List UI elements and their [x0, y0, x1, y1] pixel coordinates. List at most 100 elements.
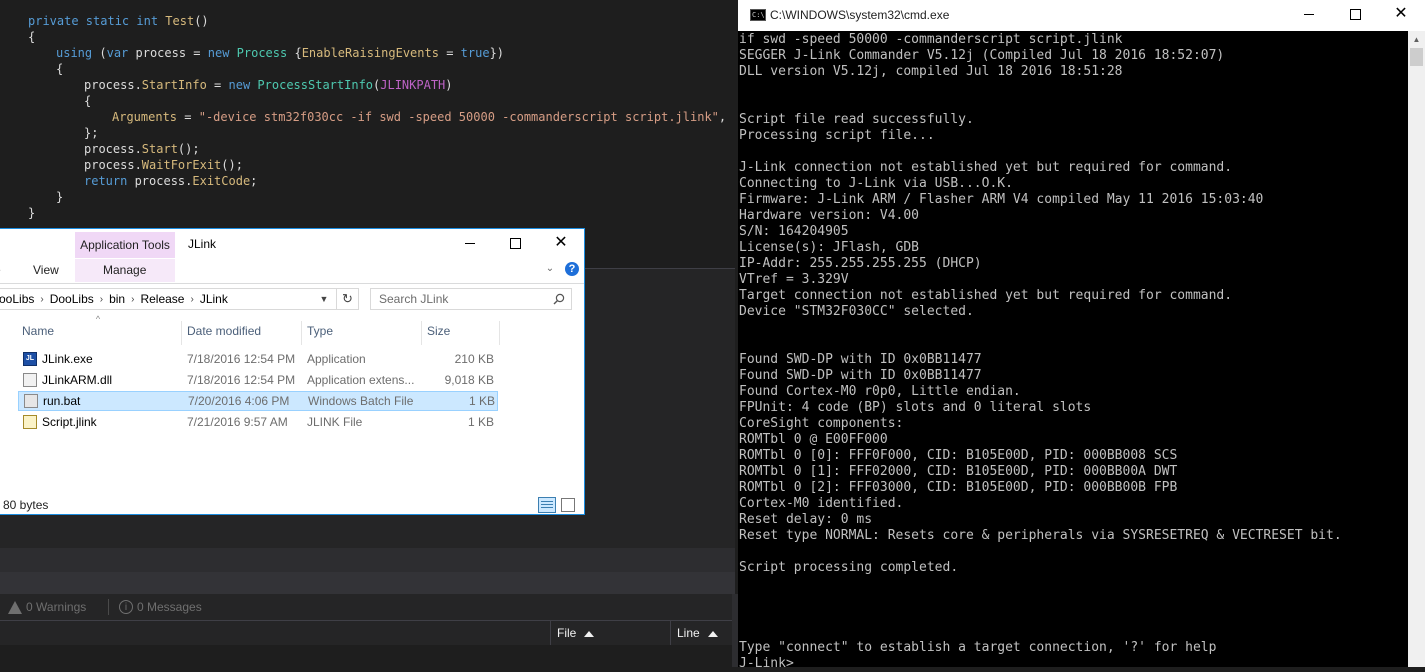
help-icon[interactable]: ? — [565, 262, 579, 276]
vertical-scrollbar[interactable]: ▲ — [1408, 31, 1425, 667]
code-line: { — [84, 94, 92, 108]
tab-view[interactable]: View — [33, 259, 59, 283]
warning-icon — [8, 600, 22, 614]
refresh-button[interactable]: ↻ — [337, 288, 359, 310]
expand-ribbon-icon[interactable]: ⌄ — [544, 263, 556, 275]
file-name: run.bat — [43, 394, 81, 408]
breadcrumb-separator-icon[interactable]: › — [131, 294, 134, 305]
breadcrumb-separator-icon[interactable]: › — [40, 294, 43, 305]
close-button[interactable]: ✕ — [1378, 0, 1424, 30]
code-line: return process.ExitCode; — [84, 174, 258, 188]
tab-share[interactable]: e — [0, 259, 1, 283]
file-row[interactable]: Script.jlink 7/21/2016 9:57 AM JLINK Fil… — [18, 412, 498, 432]
search-input[interactable]: Search JLink — [370, 288, 572, 310]
column-header-line[interactable]: Line — [670, 621, 735, 645]
maximize-button[interactable] — [1332, 0, 1378, 30]
toolbar-strip — [0, 548, 735, 572]
minimize-button[interactable] — [1286, 0, 1332, 30]
large-icons-view-button[interactable] — [561, 498, 575, 512]
code-line: { — [56, 62, 64, 76]
console-line: ROMTbl 0 @ E00FF000 — [739, 432, 888, 447]
console-line: Hardware version: V4.00 — [739, 208, 920, 223]
tab-manage[interactable]: Manage — [103, 259, 146, 283]
code-line: process.StartInfo = new ProcessStartInfo… — [84, 78, 453, 92]
address-bar[interactable]: ooLibs › DooLibs › bin › Release › JLink… — [0, 288, 337, 310]
code-line: process.WaitForExit(); — [84, 158, 243, 172]
column-header-file[interactable]: File — [550, 621, 670, 645]
explorer-titlebar[interactable]: Application Tools JLink ✕ — [0, 229, 584, 259]
scroll-thumb[interactable] — [1410, 48, 1423, 66]
console-line: DLL version V5.12j, compiled Jul 18 2016… — [739, 64, 1123, 79]
dll-icon — [23, 373, 37, 387]
column-header-date[interactable]: Date modified — [182, 321, 302, 345]
breadcrumb-item[interactable]: JLink — [200, 292, 228, 306]
breadcrumb-item[interactable]: bin — [109, 292, 125, 306]
cmd-titlebar[interactable]: C:\ C:\WINDOWS\system32\cmd.exe ✕ — [738, 0, 1425, 31]
console-line: ROMTbl 0 [2]: FFF03000, CID: B105E00D, P… — [739, 480, 1178, 495]
minimize-icon — [1304, 14, 1314, 15]
application-tools-context-tab[interactable]: Application Tools — [75, 232, 175, 258]
file-name: JLink.exe — [42, 352, 93, 366]
console-output[interactable]: if swd -speed 50000 -commanderscript scr… — [739, 32, 1407, 672]
minimize-button[interactable] — [447, 229, 493, 259]
close-button[interactable]: ✕ — [538, 229, 584, 259]
console-line: Target connection not established yet bu… — [739, 288, 1233, 303]
console-line: S/N: 164204905 — [739, 224, 849, 239]
console-line: SEGGER J-Link Commander V5.12j (Compiled… — [739, 48, 1225, 63]
close-icon: ✕ — [1394, 5, 1408, 22]
console-line: Found SWD-DP with ID 0x0BB11477 — [739, 368, 982, 383]
bat-icon — [24, 394, 38, 408]
code-line: } — [28, 206, 36, 220]
messages-filter[interactable]: i 0 Messages — [108, 598, 202, 616]
column-header-type[interactable]: Type — [302, 321, 422, 345]
column-line-label: Line — [677, 626, 700, 640]
maximize-button[interactable] — [492, 229, 538, 259]
console-line: IP-Addr: 255.255.255.255 (DHCP) — [739, 256, 982, 271]
application-tools-label: Application Tools — [80, 238, 170, 252]
console-line: Script file read successfully. — [739, 112, 974, 127]
file-type: Application extens... — [307, 373, 415, 387]
code-line: Arguments = "-device stm32f030cc -if swd… — [112, 110, 727, 124]
console-line: ROMTbl 0 [1]: FFF02000, CID: B105E00D, P… — [739, 464, 1178, 479]
breadcrumb-separator-icon[interactable]: › — [190, 294, 193, 305]
file-row[interactable]: JLinkARM.dll 7/18/2016 12:54 PM Applicat… — [18, 370, 498, 390]
details-view-button[interactable] — [538, 497, 556, 513]
console-line: License(s): JFlash, GDB — [739, 240, 920, 255]
console-line: Script processing completed. — [739, 560, 959, 575]
status-bar: 80 bytes — [0, 495, 584, 515]
breadcrumb-item[interactable]: DooLibs — [50, 292, 94, 306]
warnings-filter[interactable]: 0 Warnings — [8, 598, 86, 616]
scroll-up-icon[interactable]: ▲ — [1408, 31, 1425, 48]
search-placeholder: Search JLink — [379, 292, 449, 306]
status-text: 80 bytes — [3, 498, 49, 512]
column-header-name[interactable]: Name — [17, 321, 182, 345]
sort-ascending-icon — [584, 630, 595, 637]
exe-icon: JL — [23, 352, 37, 366]
details-view-icon — [541, 507, 553, 508]
column-header-size[interactable]: Size — [422, 321, 500, 345]
console-line: J-Link> — [739, 656, 794, 671]
file-size: 9,018 KB — [444, 373, 494, 387]
details-view-icon — [541, 504, 553, 505]
details-view-icon — [541, 501, 553, 502]
breadcrumb-item[interactable]: Release — [140, 292, 184, 306]
messages-label: 0 Messages — [137, 600, 202, 614]
breadcrumb-item[interactable]: ooLibs — [0, 292, 34, 306]
console-line: Cortex-M0 identified. — [739, 496, 904, 511]
jlink-file-icon — [23, 415, 37, 429]
console-line: Type "connect" to establish a target con… — [739, 640, 1217, 655]
code-line: { — [28, 30, 36, 44]
search-icon — [553, 293, 565, 305]
file-row-selected[interactable]: run.bat 7/20/2016 4:06 PM Windows Batch … — [18, 391, 498, 411]
minimize-icon — [465, 243, 475, 244]
error-list-body — [0, 645, 735, 667]
column-file-label: File — [557, 626, 577, 640]
breadcrumb-separator-icon[interactable]: › — [100, 294, 103, 305]
file-row[interactable]: JL JLink.exe 7/18/2016 12:54 PM Applicat… — [18, 349, 498, 369]
address-dropdown-icon[interactable]: ▼ — [319, 294, 329, 304]
